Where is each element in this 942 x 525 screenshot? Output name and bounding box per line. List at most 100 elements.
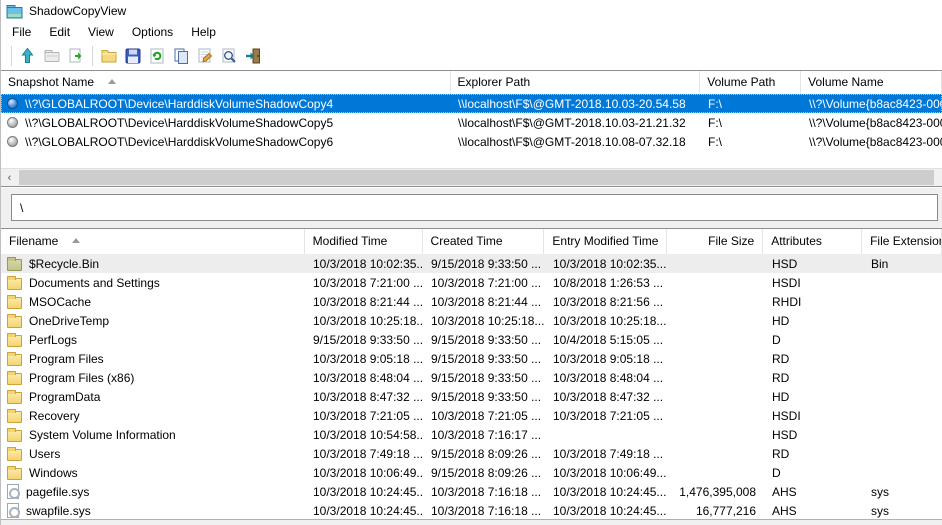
menu-file[interactable]: File bbox=[3, 23, 40, 41]
refresh-button[interactable] bbox=[145, 44, 169, 68]
snapshot-name: \\?\GLOBALROOT\Device\HarddiskVolumeShad… bbox=[25, 135, 333, 149]
folder-icon bbox=[7, 259, 22, 271]
current-path-input[interactable] bbox=[11, 194, 938, 221]
find-button[interactable] bbox=[217, 44, 241, 68]
column-header-explorer-path[interactable]: Explorer Path bbox=[451, 71, 701, 94]
attributes: D bbox=[764, 463, 863, 482]
column-header-created-time[interactable]: Created Time bbox=[423, 229, 545, 254]
file-row[interactable]: Users 10/3/2018 7:49:18 ... 9/15/2018 8:… bbox=[1, 444, 942, 463]
file-size bbox=[668, 254, 764, 273]
modified-time: 10/3/2018 7:21:00 ... bbox=[305, 273, 423, 292]
scroll-left-button[interactable]: ‹ bbox=[1, 169, 18, 186]
file-size bbox=[668, 463, 764, 482]
open-folder-icon bbox=[100, 47, 118, 65]
created-time: 9/15/2018 9:33:50 ... bbox=[423, 368, 545, 387]
snapshot-row[interactable]: \\?\GLOBALROOT\Device\HarddiskVolumeShad… bbox=[1, 132, 942, 151]
column-header-filename[interactable]: Filename bbox=[1, 229, 305, 254]
filename: OneDriveTemp bbox=[29, 314, 109, 328]
properties-icon bbox=[196, 47, 214, 65]
sort-ascending-icon bbox=[72, 238, 80, 243]
file-size bbox=[668, 387, 764, 406]
filename: $Recycle.Bin bbox=[29, 257, 99, 271]
column-header-entry-modified-time[interactable]: Entry Modified Time bbox=[544, 229, 667, 254]
file-size: 16,777,216 bbox=[668, 501, 764, 520]
entry-modified-time: 10/3/2018 10:25:18... bbox=[545, 311, 668, 330]
attributes: RD bbox=[764, 349, 863, 368]
file-size bbox=[668, 444, 764, 463]
properties-button[interactable] bbox=[193, 44, 217, 68]
shadow-copy-icon bbox=[7, 98, 18, 109]
column-header-file-size[interactable]: File Size bbox=[667, 229, 763, 254]
scrollbar-thumb[interactable] bbox=[19, 170, 934, 185]
file-row[interactable]: pagefile.sys 10/3/2018 10:24:45... 10/3/… bbox=[1, 482, 942, 501]
filename: Documents and Settings bbox=[29, 276, 160, 290]
system-file-icon bbox=[7, 503, 19, 518]
menu-edit[interactable]: Edit bbox=[40, 23, 79, 41]
snapshot-name: \\?\GLOBALROOT\Device\HarddiskVolumeShad… bbox=[25, 97, 333, 111]
menu-help[interactable]: Help bbox=[182, 23, 225, 41]
column-header-file-extension[interactable]: File Extension bbox=[862, 229, 942, 254]
volume-name: \\?\Volume{b8ac8423-0000 bbox=[802, 135, 942, 149]
filename: System Volume Information bbox=[29, 428, 176, 442]
column-header-modified-time[interactable]: Modified Time bbox=[305, 229, 423, 254]
attributes: HD bbox=[764, 387, 863, 406]
file-row[interactable]: ProgramData 10/3/2018 8:47:32 ... 9/15/2… bbox=[1, 387, 942, 406]
files-header: Filename Modified Time Created Time Entr… bbox=[1, 229, 942, 254]
open-in-explorer-button[interactable] bbox=[40, 44, 64, 68]
entry-modified-time: 10/3/2018 10:06:49... bbox=[545, 463, 668, 482]
attributes: HSD bbox=[764, 425, 863, 444]
entry-modified-time: 10/3/2018 8:48:04 ... bbox=[545, 368, 668, 387]
created-time: 9/15/2018 9:33:50 ... bbox=[423, 387, 545, 406]
go-up-button[interactable] bbox=[16, 44, 40, 68]
file-row[interactable]: Recovery 10/3/2018 7:21:05 ... 10/3/2018… bbox=[1, 406, 942, 425]
menu-view[interactable]: View bbox=[79, 23, 123, 41]
export-button[interactable] bbox=[64, 44, 88, 68]
attributes: AHS bbox=[764, 501, 863, 520]
open-folder-button[interactable] bbox=[97, 44, 121, 68]
created-time: 10/3/2018 7:16:17 ... bbox=[423, 425, 545, 444]
snapshot-row[interactable]: \\?\GLOBALROOT\Device\HarddiskVolumeShad… bbox=[1, 113, 942, 132]
column-header-volume-path[interactable]: Volume Path bbox=[700, 71, 801, 94]
attributes: RD bbox=[764, 368, 863, 387]
menu-options[interactable]: Options bbox=[123, 23, 182, 41]
file-row[interactable]: Windows 10/3/2018 10:06:49... 9/15/2018 … bbox=[1, 463, 942, 482]
copy-button[interactable] bbox=[169, 44, 193, 68]
file-extension bbox=[863, 463, 942, 482]
file-row[interactable]: PerfLogs 9/15/2018 9:33:50 ... 9/15/2018… bbox=[1, 330, 942, 349]
folder-icon bbox=[7, 373, 22, 385]
file-row[interactable]: MSOCache 10/3/2018 8:21:44 ... 10/3/2018… bbox=[1, 292, 942, 311]
file-row[interactable]: $Recycle.Bin 10/3/2018 10:02:35... 9/15/… bbox=[1, 254, 942, 273]
file-row[interactable]: Documents and Settings 10/3/2018 7:21:00… bbox=[1, 273, 942, 292]
created-time: 10/3/2018 7:16:18 ... bbox=[423, 501, 545, 520]
file-size: 1,476,395,008 bbox=[668, 482, 764, 501]
file-extension: sys bbox=[863, 482, 942, 501]
file-row[interactable]: swapfile.sys 10/3/2018 10:24:45... 10/3/… bbox=[1, 501, 942, 520]
filename: pagefile.sys bbox=[26, 485, 89, 499]
file-row[interactable]: OneDriveTemp 10/3/2018 10:25:18... 10/3/… bbox=[1, 311, 942, 330]
app-icon bbox=[6, 3, 23, 20]
entry-modified-time: 10/3/2018 10:02:35... bbox=[545, 254, 668, 273]
filename: PerfLogs bbox=[29, 333, 77, 347]
file-row[interactable]: Program Files 10/3/2018 9:05:18 ... 9/15… bbox=[1, 349, 942, 368]
modified-time: 10/3/2018 10:24:45... bbox=[305, 482, 423, 501]
exit-button[interactable] bbox=[241, 44, 265, 68]
column-header-volume-name[interactable]: Volume Name bbox=[801, 71, 942, 94]
horizontal-scrollbar[interactable]: ‹ bbox=[1, 168, 942, 186]
folder-icon bbox=[7, 354, 22, 366]
attributes: RD bbox=[764, 444, 863, 463]
file-size bbox=[668, 349, 764, 368]
file-row[interactable]: System Volume Information 10/3/2018 10:5… bbox=[1, 425, 942, 444]
filename: Program Files bbox=[29, 352, 104, 366]
created-time: 9/15/2018 9:33:50 ... bbox=[423, 254, 545, 273]
folder-icon bbox=[7, 335, 22, 347]
save-button[interactable] bbox=[121, 44, 145, 68]
file-row[interactable]: Program Files (x86) 10/3/2018 8:48:04 ..… bbox=[1, 368, 942, 387]
column-header-attributes[interactable]: Attributes bbox=[763, 229, 862, 254]
snapshots-header: Snapshot Name Explorer Path Volume Path … bbox=[1, 71, 942, 94]
save-icon bbox=[124, 47, 142, 65]
snapshot-row[interactable]: \\?\GLOBALROOT\Device\HarddiskVolumeShad… bbox=[1, 94, 942, 113]
column-header-snapshot-name[interactable]: Snapshot Name bbox=[1, 71, 451, 94]
modified-time: 10/3/2018 10:06:49... bbox=[305, 463, 423, 482]
sort-ascending-icon bbox=[108, 79, 116, 84]
entry-modified-time: 10/3/2018 8:21:56 ... bbox=[545, 292, 668, 311]
